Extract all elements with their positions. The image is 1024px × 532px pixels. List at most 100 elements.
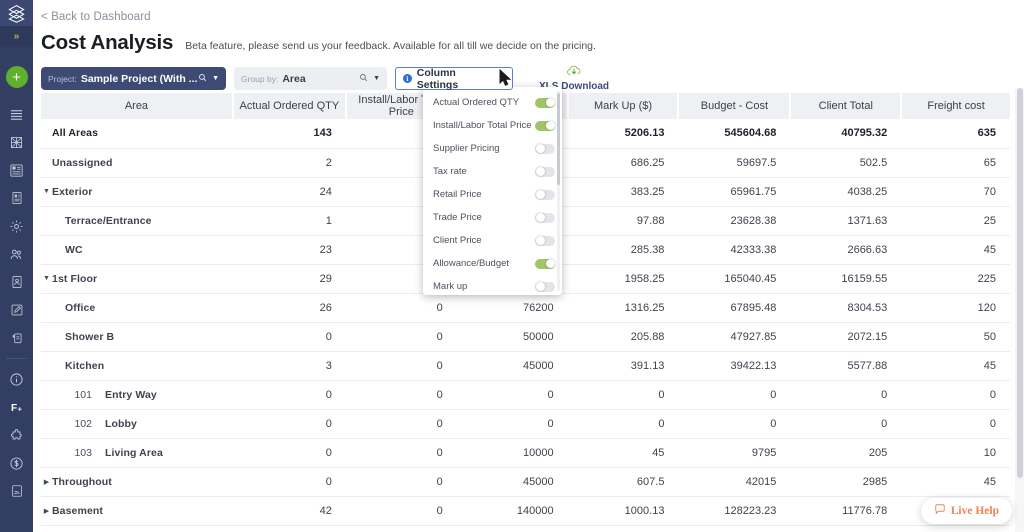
column-settings-item[interactable]: Tax rate bbox=[423, 160, 562, 183]
area-name: Exterior bbox=[52, 186, 92, 198]
search-icon[interactable] bbox=[198, 73, 207, 85]
sidebar-item-contacts[interactable] bbox=[0, 268, 33, 296]
column-settings-dropdown[interactable]: Actual Ordered QTYInstall/Labor Total Pr… bbox=[423, 87, 562, 295]
column-toggle[interactable] bbox=[535, 282, 555, 292]
add-button[interactable]: + bbox=[6, 66, 28, 88]
table-cell: 0 bbox=[568, 409, 679, 438]
live-help-button[interactable]: Live Help bbox=[921, 498, 1012, 524]
column-settings-button[interactable]: i Column Settings ▲ bbox=[395, 67, 513, 90]
sidebar-collapse-toggle[interactable]: » bbox=[0, 26, 33, 46]
column-header[interactable]: Client Total bbox=[790, 93, 901, 119]
table-cell: 76200 bbox=[457, 293, 568, 322]
area-cell[interactable]: ▶Throughout bbox=[41, 467, 233, 496]
group-by-selector[interactable]: Group by: Area ▼ bbox=[234, 67, 387, 90]
table-cell: 10000 bbox=[457, 438, 568, 467]
table-cell: 23 bbox=[233, 235, 346, 264]
table-row[interactable]: 101Entry Way0000000 bbox=[41, 380, 1010, 409]
back-to-dashboard-link[interactable]: < Back to Dashboard bbox=[33, 0, 1024, 23]
sidebar-item-dashboard[interactable] bbox=[0, 156, 33, 184]
table-cell: 607.5 bbox=[568, 467, 679, 496]
sidebar-item-documents[interactable] bbox=[0, 184, 33, 212]
column-toggle[interactable] bbox=[535, 213, 555, 223]
table-row[interactable]: ▶Throughout0045000607.542015298545 bbox=[41, 467, 1010, 496]
area-cell[interactable]: Shower B bbox=[41, 322, 233, 351]
area-cell[interactable]: 103Living Area bbox=[41, 438, 233, 467]
table-cell: 1 bbox=[233, 206, 346, 235]
column-settings-item[interactable]: Trade Price bbox=[423, 206, 562, 229]
area-cell[interactable]: ▶Basement bbox=[41, 496, 233, 525]
column-toggle[interactable] bbox=[535, 236, 555, 246]
area-cell[interactable]: Kitchen bbox=[41, 351, 233, 380]
column-header[interactable]: Area bbox=[41, 93, 233, 119]
column-toggle[interactable] bbox=[535, 167, 555, 177]
chevron-right-icon[interactable]: ▶ bbox=[41, 507, 52, 515]
area-cell[interactable]: ▼1st Floor bbox=[41, 264, 233, 293]
sidebar-item-billing[interactable] bbox=[0, 449, 33, 477]
project-selector[interactable]: Project: Sample Project (With ... ▼ bbox=[41, 67, 226, 90]
sidebar-item-settings[interactable] bbox=[0, 212, 33, 240]
column-settings-item-label: Trade Price bbox=[433, 209, 535, 227]
search-icon[interactable] bbox=[359, 73, 368, 85]
table-row[interactable]: ▶Basement4201400001000.13128223.2311776.… bbox=[41, 496, 1010, 525]
area-cell[interactable]: WC bbox=[41, 235, 233, 264]
table-cell: 42015 bbox=[678, 467, 790, 496]
chevron-down-icon[interactable]: ▼ bbox=[373, 75, 380, 82]
chevron-down-icon[interactable]: ▼ bbox=[212, 75, 219, 82]
page-scrollbar-thumb[interactable] bbox=[1017, 88, 1023, 478]
sidebar-item-plan[interactable] bbox=[0, 128, 33, 156]
column-toggle[interactable] bbox=[535, 190, 555, 200]
column-toggle[interactable] bbox=[535, 259, 555, 269]
area-cell[interactable]: ▼Exterior bbox=[41, 177, 233, 206]
column-settings-item[interactable]: Allowance/Budget bbox=[423, 252, 562, 275]
column-header[interactable]: Mark Up ($) bbox=[568, 93, 679, 119]
page-scrollbar[interactable] bbox=[1015, 88, 1024, 532]
chevron-down-icon[interactable]: ▼ bbox=[41, 188, 52, 195]
column-settings-item-label: Supplier Pricing bbox=[433, 140, 535, 158]
sidebar-item-menu[interactable] bbox=[0, 100, 33, 128]
table-cell: 2666.63 bbox=[790, 235, 901, 264]
column-toggle[interactable] bbox=[535, 121, 555, 131]
sidebar-item-edit[interactable] bbox=[0, 296, 33, 324]
column-settings-item[interactable]: Mark up bbox=[423, 275, 562, 295]
app-logo[interactable] bbox=[0, 0, 33, 26]
area-cell[interactable]: All Areas bbox=[41, 119, 233, 148]
page-header: Cost Analysis Beta feature, please send … bbox=[33, 23, 1024, 55]
area-cell[interactable]: 101Entry Way bbox=[41, 380, 233, 409]
table-cell: 635 bbox=[901, 119, 1010, 148]
area-cell[interactable]: Terrace/Entrance bbox=[41, 206, 233, 235]
table-row[interactable]: Kitchen3045000391.1339422.135577.8845 bbox=[41, 351, 1010, 380]
area-cell[interactable]: Office bbox=[41, 293, 233, 322]
table-cell: 1371.63 bbox=[790, 206, 901, 235]
dropdown-scrollbar-thumb[interactable] bbox=[557, 93, 560, 185]
area-cell[interactable]: 102Lobby bbox=[41, 409, 233, 438]
table-row[interactable]: Office260762001316.2567895.488304.53120 bbox=[41, 293, 1010, 322]
table-row[interactable]: Shower B0050000205.8847927.852072.1550 bbox=[41, 322, 1010, 351]
column-header[interactable]: Freight cost bbox=[901, 93, 1010, 119]
table-row[interactable]: 102Lobby0000000 bbox=[41, 409, 1010, 438]
sidebar-item-archive[interactable] bbox=[0, 324, 33, 352]
column-toggle[interactable] bbox=[535, 144, 555, 154]
sidebar-item-info[interactable] bbox=[0, 365, 33, 393]
column-toggle[interactable] bbox=[535, 98, 555, 108]
sidebar-item-team[interactable] bbox=[0, 240, 33, 268]
column-header[interactable]: Actual Ordered QTY bbox=[233, 93, 346, 119]
column-header[interactable]: Budget - Cost bbox=[678, 93, 790, 119]
chevron-down-icon[interactable]: ▼ bbox=[41, 275, 52, 282]
column-settings-list[interactable]: Actual Ordered QTYInstall/Labor Total Pr… bbox=[423, 87, 562, 295]
column-settings-item[interactable]: Retail Price bbox=[423, 183, 562, 206]
column-settings-item[interactable]: Supplier Pricing bbox=[423, 137, 562, 160]
area-cell[interactable]: Unassigned bbox=[41, 148, 233, 177]
group-by-label: Group by: bbox=[241, 74, 278, 84]
area-name: Shower B bbox=[52, 331, 114, 343]
info-icon bbox=[9, 372, 24, 387]
area-name: Kitchen bbox=[52, 360, 104, 372]
table-row[interactable]: 103Living Area001000045979520510 bbox=[41, 438, 1010, 467]
column-settings-item[interactable]: Client Price bbox=[423, 229, 562, 252]
sidebar-item-feed[interactable] bbox=[0, 477, 33, 505]
chevron-right-icon[interactable]: ▶ bbox=[41, 478, 52, 486]
sidebar-item-integrations[interactable] bbox=[0, 421, 33, 449]
column-settings-item[interactable]: Actual Ordered QTY bbox=[423, 91, 562, 114]
column-settings-item[interactable]: Install/Labor Total Price bbox=[423, 114, 562, 137]
sidebar-item-f-plus[interactable]: F + bbox=[0, 393, 33, 421]
area-name: Terrace/Entrance bbox=[52, 215, 152, 227]
